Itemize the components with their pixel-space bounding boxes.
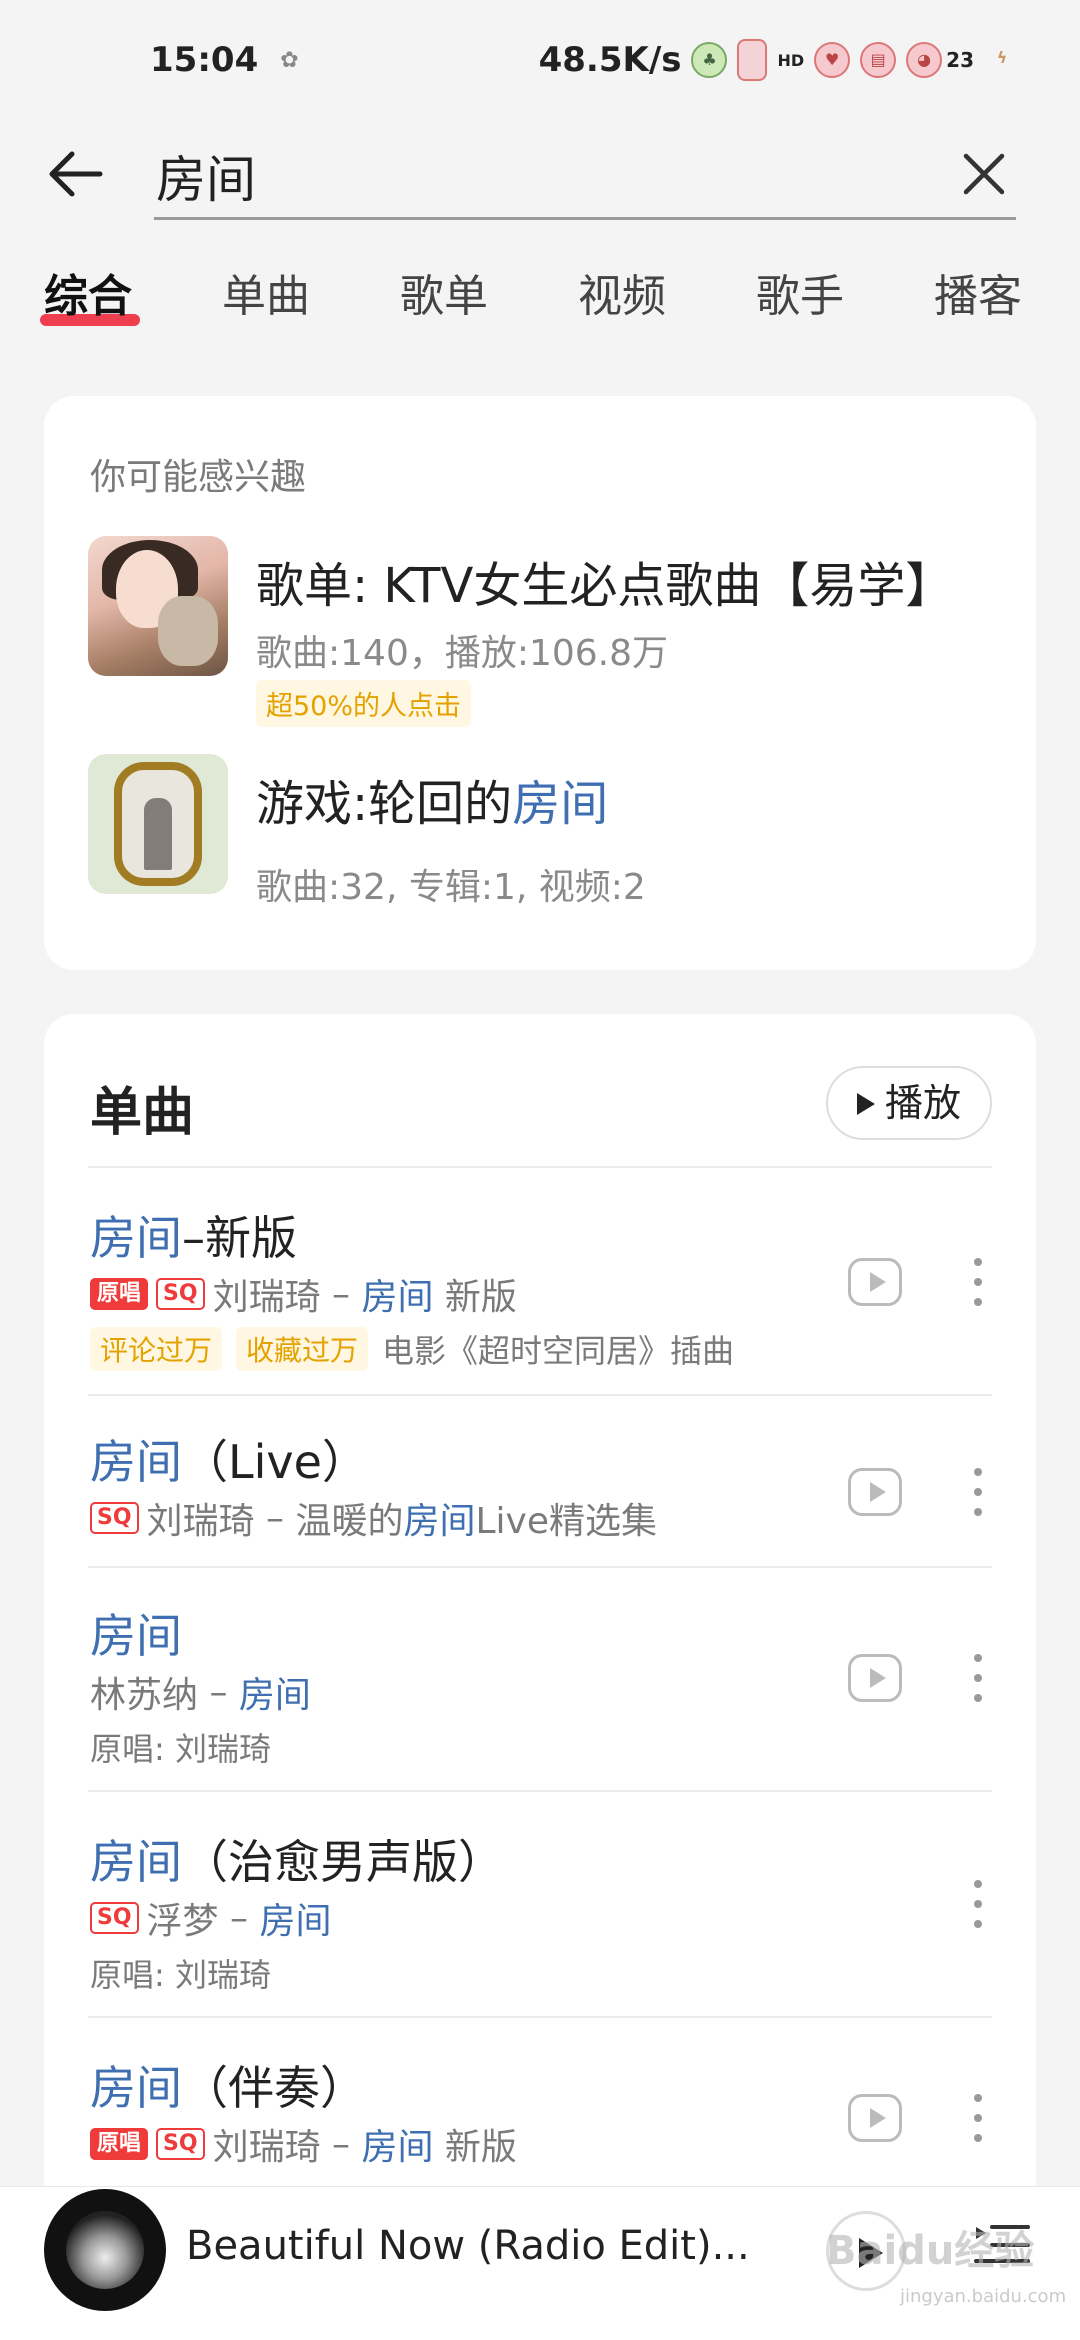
song-subtitle: 原唱 SQ 刘瑞琦 – 房间 新版: [90, 2118, 517, 2170]
mv-button[interactable]: [848, 2094, 902, 2142]
mv-button[interactable]: [848, 1654, 902, 1702]
divider: [88, 1166, 992, 1168]
more-button[interactable]: [966, 2094, 990, 2142]
song-subtitle: SQ 刘瑞琦 – 温暖的 房间 Live精选集: [90, 1492, 657, 1544]
divider: [88, 1394, 992, 1396]
interest-item-pill: 超50%的人点击: [256, 680, 472, 727]
tab-comprehensive[interactable]: 综合: [44, 260, 132, 324]
interest-item-playlist[interactable]: 歌单: KTV女生必点歌曲【易学】 歌曲:140，播放:106.8万 超50%的…: [88, 536, 988, 727]
interest-item-meta: 歌曲:32, 专辑:1, 视频:2: [256, 867, 646, 908]
song-title: 房间（伴奏）: [90, 2061, 366, 2115]
interest-item-meta: 歌曲:140，播放:106.8万: [256, 633, 669, 674]
tab-songs[interactable]: 单曲: [222, 260, 310, 324]
song-title: 房间（治愈男声版）: [90, 1835, 504, 1889]
status-bar: 15:04 ✿ 48.5K/s ♣ HD ♥ ▤ ◕ 23 ϟ: [0, 0, 1080, 120]
mv-icon: [870, 2108, 886, 2128]
song-item[interactable]: 房间（治愈男声版） SQ 浮梦 – 房间 原唱: 刘瑞琦: [90, 1826, 990, 2016]
divider: [88, 2016, 992, 2018]
sq-badge: SQ: [90, 1502, 139, 1534]
playlist-cover: [88, 536, 228, 676]
divider: [88, 1790, 992, 1792]
sq-badge: SQ: [156, 2128, 205, 2160]
search-query: 房间: [156, 151, 256, 209]
result-tabs: 综合 单曲 歌单 视频 歌手 播客: [0, 260, 1080, 340]
sq-badge: SQ: [156, 1278, 205, 1310]
search-input[interactable]: 房间: [154, 132, 1016, 220]
songs-card: 单曲 播放 房间–新版 原唱 SQ 刘瑞琦 – 房间 新版 评论过万 收藏过万 …: [44, 1014, 1036, 2314]
play-icon: [856, 1092, 875, 1115]
original-badge: 原唱: [90, 1278, 149, 1310]
interest-card: 你可能感兴趣 歌单: KTV女生必点歌曲【易学】 歌曲:140，播放:106.8…: [44, 396, 1036, 970]
mv-icon: [870, 1272, 886, 1292]
search-bar: 房间: [0, 120, 1080, 230]
song-tags: 评论过万 收藏过万 电影《超时空同居》插曲: [90, 1326, 734, 1372]
play-all-button[interactable]: 播放: [826, 1066, 992, 1140]
songs-heading: 单曲: [90, 1083, 195, 1143]
interest-item-title: 游戏:轮回的房间: [256, 776, 609, 832]
clover-icon: ♣: [691, 42, 728, 78]
tag-favorites: 收藏过万: [236, 1327, 369, 1371]
tag-comments: 评论过万: [90, 1327, 223, 1371]
game-cover: [88, 754, 228, 894]
song-subtitle: SQ 浮梦 – 房间: [90, 1892, 331, 1944]
song-subtitle: 林苏纳 – 房间: [90, 1671, 311, 1717]
song-title: 房间（Live）: [90, 1435, 368, 1489]
song-title: 房间–新版: [90, 1211, 297, 1265]
watermark-url: jingyan.baidu.com: [900, 2286, 1067, 2307]
interest-item-title: 歌单: KTV女生必点歌曲【易学】: [256, 558, 954, 614]
status-time: 15:04: [150, 40, 259, 80]
tab-podcasts[interactable]: 播客: [934, 260, 1022, 324]
song-original-singer: 原唱: 刘瑞琦: [90, 1956, 271, 1994]
song-extra: 电影《超时空同居》插曲: [382, 1332, 735, 1370]
mv-icon: [870, 1668, 886, 1688]
now-playing-title[interactable]: Beautiful Now (Radio Edit)...: [186, 2223, 750, 2269]
song-subtitle: 原唱 SQ 刘瑞琦 – 房间 新版: [90, 1268, 517, 1320]
sq-badge: SQ: [90, 1902, 139, 1934]
back-button[interactable]: [44, 142, 108, 206]
phone-icon: [737, 39, 768, 81]
song-item[interactable]: 房间（Live） SQ 刘瑞琦 – 温暖的 房间 Live精选集: [90, 1426, 990, 1566]
tab-videos[interactable]: 视频: [578, 260, 666, 324]
more-button[interactable]: [966, 1880, 990, 1928]
status-right: 48.5K/s ♣ HD ♥ ▤ ◕ 23 ϟ: [539, 39, 1020, 81]
tab-singers[interactable]: 歌手: [756, 260, 844, 324]
more-button[interactable]: [966, 1654, 990, 1702]
network-speed: 48.5K/s: [538, 40, 682, 80]
status-notification-icon: ✿: [280, 47, 299, 73]
album-disc[interactable]: [44, 2189, 166, 2311]
interest-heading: 你可能感兴趣: [90, 457, 307, 498]
mv-button[interactable]: [848, 1468, 902, 1516]
more-button[interactable]: [966, 1468, 990, 1516]
watermark: Baidu经验: [826, 2228, 1035, 2274]
divider: [88, 1566, 992, 1568]
peach-icon: ◕: [906, 42, 943, 78]
mv-icon: [870, 1482, 886, 1502]
original-badge: 原唱: [90, 2128, 149, 2160]
song-item[interactable]: 房间（伴奏） 原唱 SQ 刘瑞琦 – 房间 新版: [90, 2052, 990, 2192]
song-original-singer: 原唱: 刘瑞琦: [90, 1730, 271, 1768]
arrow-left-icon: [49, 151, 103, 197]
song-item[interactable]: 房间 林苏纳 – 房间 原唱: 刘瑞琦: [90, 1600, 990, 1790]
battery-icon: ▤: [860, 42, 897, 78]
song-title: 房间: [90, 1609, 182, 1663]
more-button[interactable]: [966, 1258, 990, 1306]
interest-item-game[interactable]: 游戏:轮回的房间 歌曲:32, 专辑:1, 视频:2: [88, 754, 988, 908]
close-icon: [963, 153, 1005, 195]
charging-icon: ϟ: [996, 48, 1008, 67]
song-item[interactable]: 房间–新版 原唱 SQ 刘瑞琦 – 房间 新版 评论过万 收藏过万 电影《超时空…: [90, 1202, 990, 1392]
heart-icon: ♥: [814, 42, 851, 78]
notification-count: 23: [946, 48, 974, 72]
mv-button[interactable]: [848, 1258, 902, 1306]
hd-label: HD: [777, 50, 805, 70]
tab-playlists[interactable]: 歌单: [400, 260, 488, 324]
clear-search-button[interactable]: [952, 142, 1016, 206]
